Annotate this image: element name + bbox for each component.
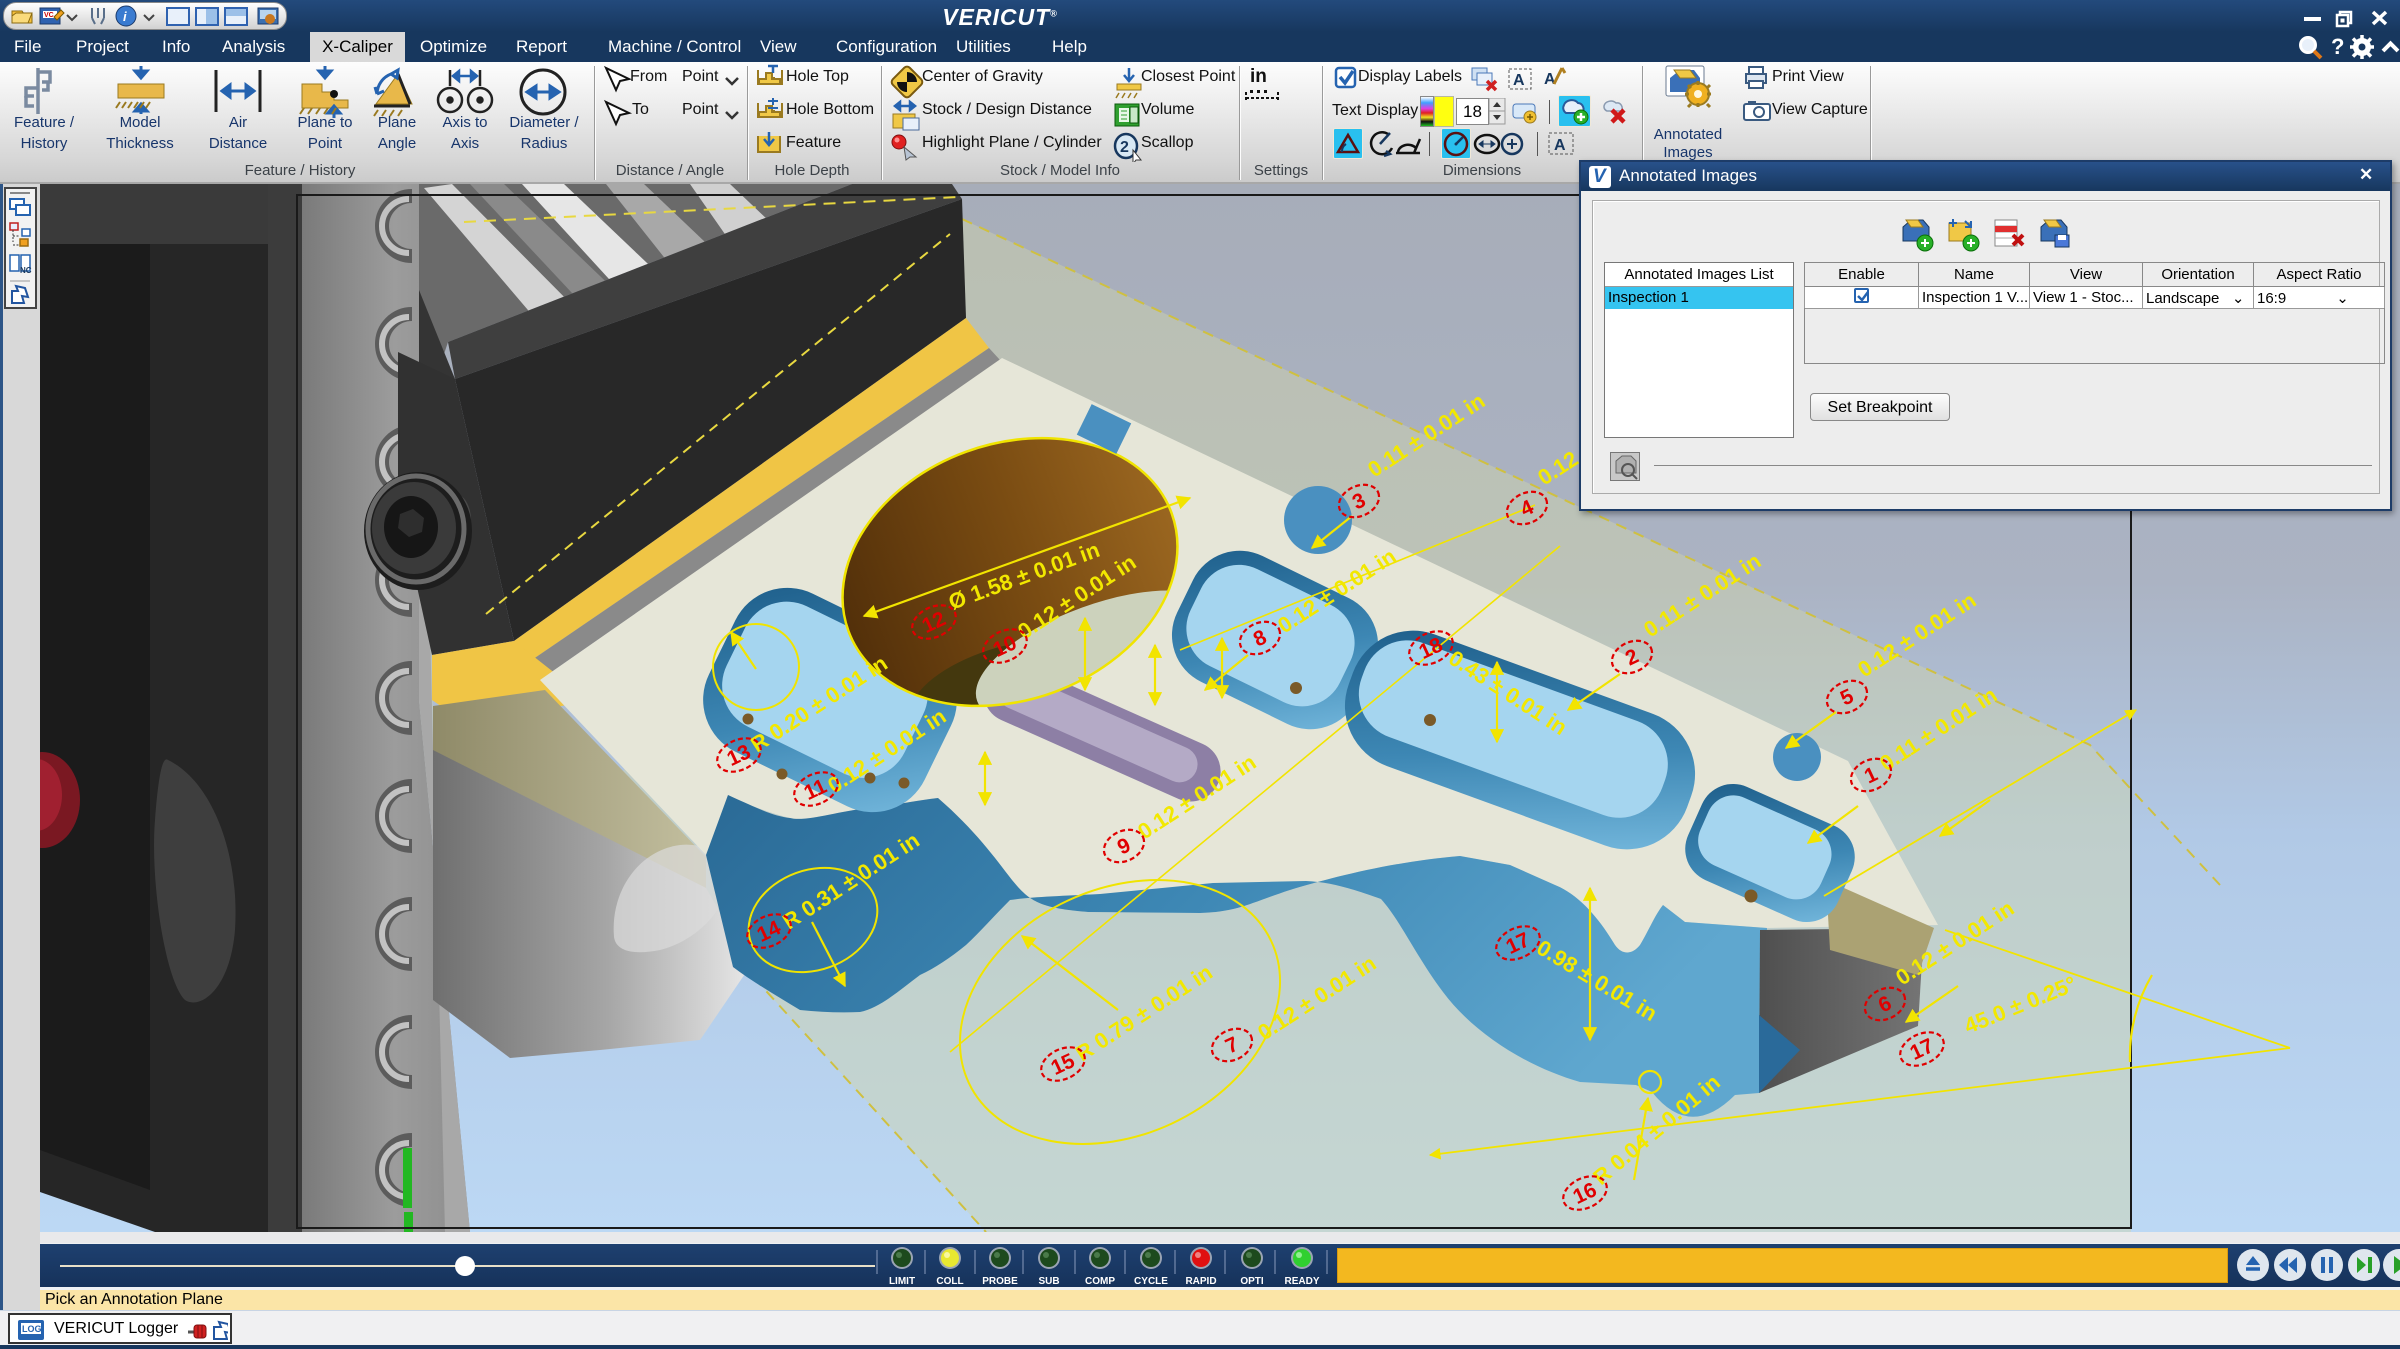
svg-text:2: 2 xyxy=(1120,139,1129,156)
svg-text:LIMIT: LIMIT xyxy=(889,1276,915,1287)
svg-text:A: A xyxy=(1544,71,1556,88)
svg-text:CYCLE: CYCLE xyxy=(1134,1276,1168,1287)
svg-text:LOG: LOG xyxy=(22,1324,42,1334)
svg-text:READY: READY xyxy=(1284,1276,1319,1287)
svg-text:COLL: COLL xyxy=(936,1276,963,1287)
svg-text:RAPID: RAPID xyxy=(1185,1276,1216,1287)
svg-text:i: i xyxy=(123,9,127,24)
svg-text:COMP: COMP xyxy=(1085,1276,1115,1287)
svg-text:PROBE: PROBE xyxy=(982,1276,1018,1287)
svg-text:SUB: SUB xyxy=(1038,1276,1059,1287)
svg-text:A: A xyxy=(1513,72,1525,89)
svg-text:A: A xyxy=(1554,137,1566,154)
svg-text:?: ? xyxy=(2331,34,2344,59)
svg-text:NC: NC xyxy=(20,266,32,275)
svg-text:OPTI: OPTI xyxy=(1240,1276,1264,1287)
svg-text:VC: VC xyxy=(44,12,54,19)
